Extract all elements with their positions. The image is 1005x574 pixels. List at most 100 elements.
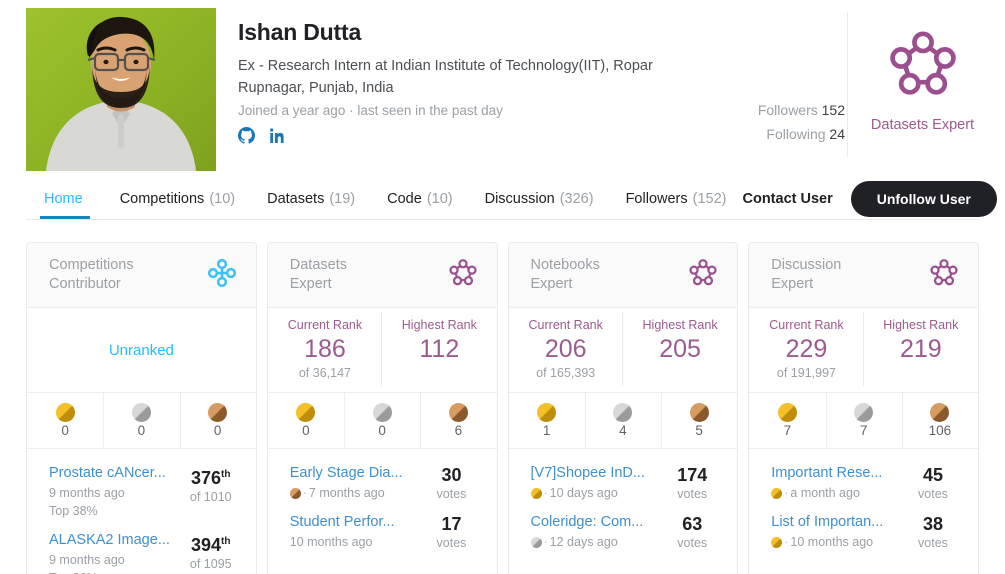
tab-followers-count: (152) xyxy=(692,190,727,207)
tab-discussion-label: Discussion xyxy=(484,190,555,207)
item-votes-label: votes xyxy=(436,487,467,501)
contact-user-button[interactable]: Contact User xyxy=(742,191,832,207)
github-icon[interactable] xyxy=(238,127,255,144)
list-item[interactable]: Early Stage Dia... · 7 months ago 30 vot… xyxy=(268,459,497,508)
list-item[interactable]: Coleridge: Com... · 12 days ago 63 votes xyxy=(509,508,738,557)
item-votes-label: votes xyxy=(677,536,708,550)
item-title[interactable]: [V7]Shopee InD... xyxy=(531,463,656,484)
current-rank-label: Current Rank xyxy=(769,318,844,332)
following-label: Following xyxy=(766,126,826,142)
expert-badge-icon xyxy=(687,257,719,294)
rank-row: Current Rank 206 of 165,393 Highest Rank… xyxy=(509,308,738,392)
card-title: Discussion Expert xyxy=(771,257,842,292)
list-item[interactable]: Important Rese... · a month ago 45 votes xyxy=(749,459,978,508)
current-rank-label: Current Rank xyxy=(528,318,603,332)
profile-bio: Ex - Research Intern at Indian Institute… xyxy=(238,58,653,74)
card-item-list: [V7]Shopee InD... · 10 days ago 174 vote… xyxy=(509,449,738,557)
item-votes: 63 xyxy=(682,514,703,534)
bronze-medal-icon xyxy=(448,402,468,422)
current-rank-total: of 165,393 xyxy=(536,366,596,380)
item-time: 10 months ago xyxy=(289,535,373,549)
list-item[interactable]: ALASKA2 Image... 9 months ago Top 36% 39… xyxy=(27,526,256,574)
unranked-row: Unranked xyxy=(27,308,256,392)
bronze-medal-icon xyxy=(289,487,301,499)
list-item[interactable]: [V7]Shopee InD... · 10 days ago 174 vote… xyxy=(509,459,738,508)
current-rank-cell: Current Rank 229 of 191,997 xyxy=(749,308,865,392)
gold-medal-count: 0 xyxy=(302,422,310,438)
linkedin-icon[interactable] xyxy=(269,127,286,144)
tier-badge[interactable]: Datasets Expert xyxy=(847,12,997,157)
card-discussion: Discussion Expert Current Rank 229 of 19… xyxy=(748,242,979,574)
card-competitions: Competitions Contributor Unranked 0 0 0 … xyxy=(26,242,257,574)
tab-competitions[interactable]: Competitions (10) xyxy=(104,178,251,219)
list-item[interactable]: Student Perfor... 10 months ago 17 votes xyxy=(268,508,497,557)
item-extra: Top 38% xyxy=(49,504,98,518)
item-title[interactable]: List of Importan... xyxy=(771,512,896,533)
unfollow-user-button[interactable]: Unfollow User xyxy=(850,180,997,217)
bronze-medal-count: 6 xyxy=(454,422,463,438)
bronze-medal-cell: 0 xyxy=(179,393,256,448)
item-value: 394th of 1095 xyxy=(182,530,240,572)
rank-row: Current Rank 229 of 191,997 Highest Rank… xyxy=(749,308,978,392)
item-time: 10 months ago xyxy=(790,535,874,549)
gold-medal-cell: 0 xyxy=(27,393,103,448)
item-subtitle: · 12 days ago xyxy=(530,533,656,551)
current-rank-cell: Current Rank 186 of 36,147 xyxy=(268,308,383,392)
item-votes-label: votes xyxy=(918,536,948,550)
item-rank: 394 xyxy=(191,535,222,555)
item-votes: 45 xyxy=(922,465,944,485)
unranked-label: Unranked xyxy=(108,341,174,359)
bronze-medal-count: 0 xyxy=(213,422,222,438)
item-title[interactable]: Early Stage Dia... xyxy=(290,463,415,484)
item-extra: Top 36% xyxy=(49,569,174,574)
silver-medal-icon xyxy=(131,402,151,422)
card-header: Discussion Expert xyxy=(749,243,978,308)
tab-code[interactable]: Code (10) xyxy=(371,178,468,219)
highest-rank-value: 219 xyxy=(899,335,942,363)
tab-home-label: Home xyxy=(44,190,83,207)
item-title[interactable]: Important Rese... xyxy=(771,463,896,484)
achievement-cards: Competitions Contributor Unranked 0 0 0 … xyxy=(0,220,1005,574)
tab-discussion-count: (326) xyxy=(559,190,594,207)
list-item[interactable]: List of Importan... · 10 months ago 38 v… xyxy=(749,508,978,557)
tab-datasets[interactable]: Datasets (19) xyxy=(251,178,371,219)
silver-medal-count: 7 xyxy=(859,422,868,438)
gold-medal-icon xyxy=(777,402,797,422)
current-rank-value: 206 xyxy=(544,335,587,363)
card-notebooks: Notebooks Expert Current Rank 206 of 165… xyxy=(507,242,739,574)
card-title: Competitions Contributor xyxy=(49,257,134,292)
gold-medal-cell: 1 xyxy=(509,393,585,448)
highest-rank-label: Highest Rank xyxy=(883,318,959,332)
highest-rank-value: 112 xyxy=(419,335,460,363)
following-stat[interactable]: Following 24 xyxy=(758,122,845,146)
item-title[interactable]: Prostate cANcer... xyxy=(49,463,174,484)
tab-discussion[interactable]: Discussion (326) xyxy=(469,178,610,219)
highest-rank-label: Highest Rank xyxy=(642,318,718,332)
item-title[interactable]: Student Perfor... xyxy=(290,512,415,533)
card-title: Notebooks Expert xyxy=(530,257,600,292)
avatar[interactable] xyxy=(26,8,216,171)
item-title[interactable]: Coleridge: Com... xyxy=(531,512,656,533)
medal-row: 7 7 106 xyxy=(749,392,978,449)
highest-rank-cell: Highest Rank 219 xyxy=(864,308,978,392)
tab-followers[interactable]: Followers (152) xyxy=(610,178,743,219)
tab-home[interactable]: Home xyxy=(26,178,104,219)
item-votes: 17 xyxy=(441,514,462,534)
item-value: 38 votes xyxy=(904,512,962,551)
item-time: 7 months ago xyxy=(308,486,385,500)
profile-tabbar: Home Competitions (10) Datasets (19) Cod… xyxy=(26,178,997,220)
bronze-medal-icon xyxy=(689,402,709,422)
item-subtitle: · 10 months ago xyxy=(771,533,896,551)
gold-medal-cell: 0 xyxy=(268,393,344,448)
followers-stat[interactable]: Followers 152 xyxy=(758,98,845,122)
card-header: Competitions Contributor xyxy=(27,243,256,308)
item-title[interactable]: ALASKA2 Image... xyxy=(49,530,174,551)
item-time: 9 months ago xyxy=(49,553,125,567)
tab-competitions-label: Competitions xyxy=(119,190,205,207)
list-item[interactable]: Prostate cANcer... 9 months ago Top 38% … xyxy=(27,459,256,526)
item-rank-total: of 1095 xyxy=(189,557,232,571)
item-value: 63 votes xyxy=(663,512,721,551)
tab-followers-label: Followers xyxy=(625,190,688,207)
gold-medal-icon xyxy=(771,536,783,548)
silver-medal-icon xyxy=(372,402,392,422)
